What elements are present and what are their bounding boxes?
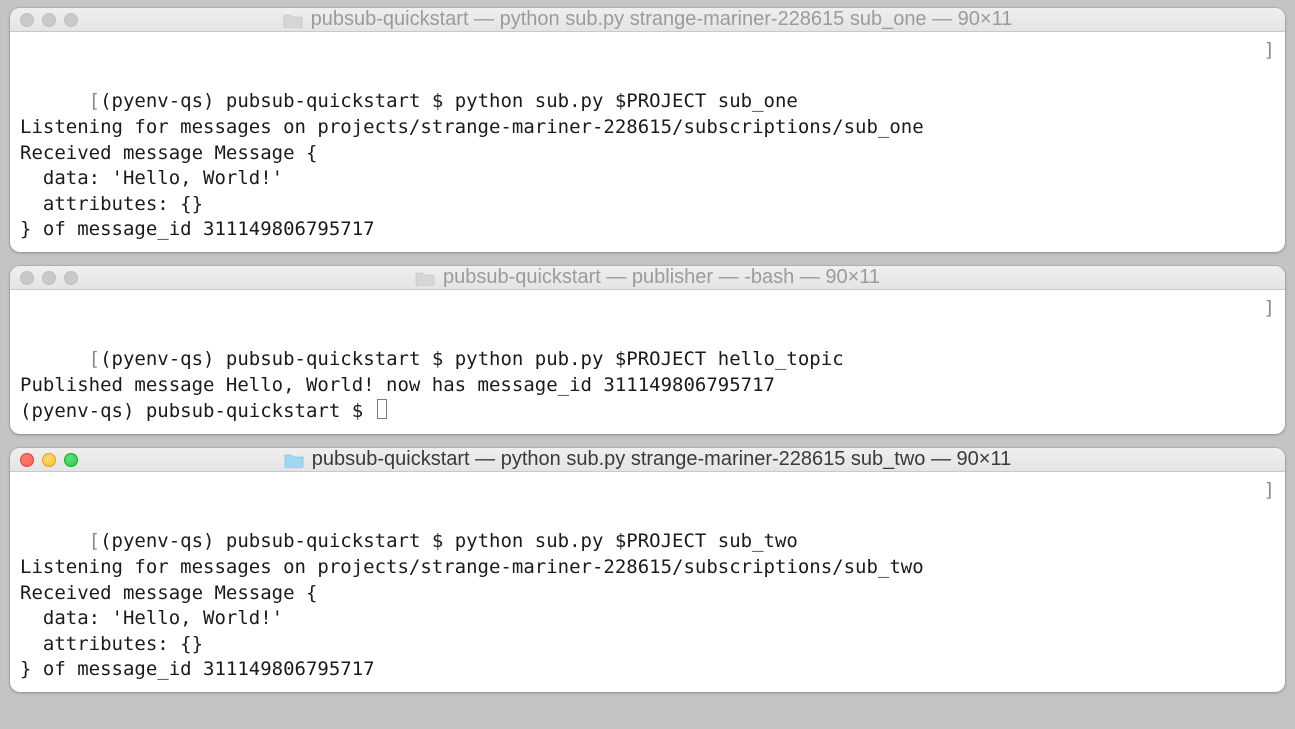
window-title: pubsub-quickstart — publisher — -bash — … (443, 266, 880, 289)
text-cursor-icon (377, 399, 387, 419)
terminal-body[interactable]: ] [(pyenv-qs) pubsub-quickstart $ python… (10, 32, 1285, 252)
close-icon[interactable] (20, 453, 34, 467)
shell-command: python pub.py $PROJECT hello_topic (455, 348, 844, 370)
shell-command: python sub.py $PROJECT sub_one (455, 90, 798, 112)
traffic-lights (20, 13, 78, 27)
minimize-icon[interactable] (42, 453, 56, 467)
minimize-icon[interactable] (42, 271, 56, 285)
shell-command: python sub.py $PROJECT sub_two (455, 530, 798, 552)
titlebar[interactable]: pubsub-quickstart — python sub.py strang… (10, 448, 1285, 472)
prompt-open-bracket: [ (89, 90, 100, 112)
window-title: pubsub-quickstart — python sub.py strang… (312, 448, 1011, 471)
traffic-lights (20, 271, 78, 285)
terminal-output: Published message Hello, World! now has … (20, 374, 775, 396)
shell-prompt: (pyenv-qs) pubsub-quickstart $ (20, 400, 375, 422)
titlebar[interactable]: pubsub-quickstart — python sub.py strang… (10, 8, 1285, 32)
shell-prompt: (pyenv-qs) pubsub-quickstart $ (100, 530, 455, 552)
title-center: pubsub-quickstart — python sub.py strang… (86, 448, 1209, 471)
close-icon[interactable] (20, 13, 34, 27)
title-center: pubsub-quickstart — publisher — -bash — … (86, 266, 1209, 289)
folder-icon (415, 270, 435, 286)
terminal-body[interactable]: ] [(pyenv-qs) pubsub-quickstart $ python… (10, 472, 1285, 692)
folder-icon (283, 12, 303, 28)
minimize-icon[interactable] (42, 13, 56, 27)
terminal-output: Listening for messages on projects/stran… (20, 116, 924, 241)
shell-prompt: (pyenv-qs) pubsub-quickstart $ (100, 348, 455, 370)
maximize-icon[interactable] (64, 13, 78, 27)
close-icon[interactable] (20, 271, 34, 285)
window-title: pubsub-quickstart — python sub.py strang… (311, 8, 1013, 31)
terminal-output: Listening for messages on projects/stran… (20, 556, 924, 681)
shell-prompt: (pyenv-qs) pubsub-quickstart $ (100, 90, 455, 112)
title-center: pubsub-quickstart — python sub.py strang… (86, 8, 1209, 31)
folder-icon (284, 452, 304, 468)
maximize-icon[interactable] (64, 271, 78, 285)
prompt-close-bracket: ] (1264, 38, 1275, 64)
traffic-lights (20, 453, 78, 467)
prompt-close-bracket: ] (1264, 478, 1275, 504)
prompt-open-bracket: [ (89, 348, 100, 370)
terminal-window-publisher[interactable]: pubsub-quickstart — publisher — -bash — … (10, 266, 1285, 434)
terminal-body[interactable]: ] [(pyenv-qs) pubsub-quickstart $ python… (10, 290, 1285, 434)
terminal-window-sub-two[interactable]: pubsub-quickstart — python sub.py strang… (10, 448, 1285, 692)
prompt-open-bracket: [ (89, 530, 100, 552)
terminal-window-sub-one[interactable]: pubsub-quickstart — python sub.py strang… (10, 8, 1285, 252)
maximize-icon[interactable] (64, 453, 78, 467)
desktop: pubsub-quickstart — python sub.py strang… (0, 0, 1295, 729)
prompt-close-bracket: ] (1264, 296, 1275, 322)
titlebar[interactable]: pubsub-quickstart — publisher — -bash — … (10, 266, 1285, 290)
